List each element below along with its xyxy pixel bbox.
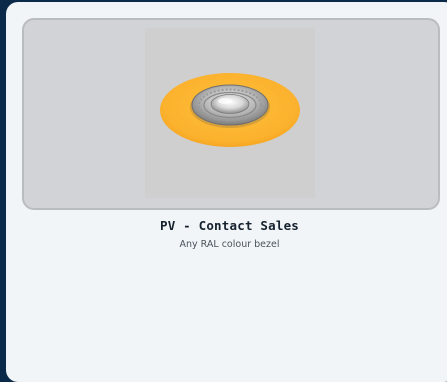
product-card[interactable]: PV - Contact Sales Any RAL colour bezel	[6, 2, 447, 382]
product-subtitle: Any RAL colour bezel	[179, 239, 280, 250]
downlight-product-image	[145, 28, 315, 198]
product-title[interactable]: PV - Contact Sales	[6, 218, 447, 233]
product-image-frame[interactable]	[22, 18, 440, 210]
